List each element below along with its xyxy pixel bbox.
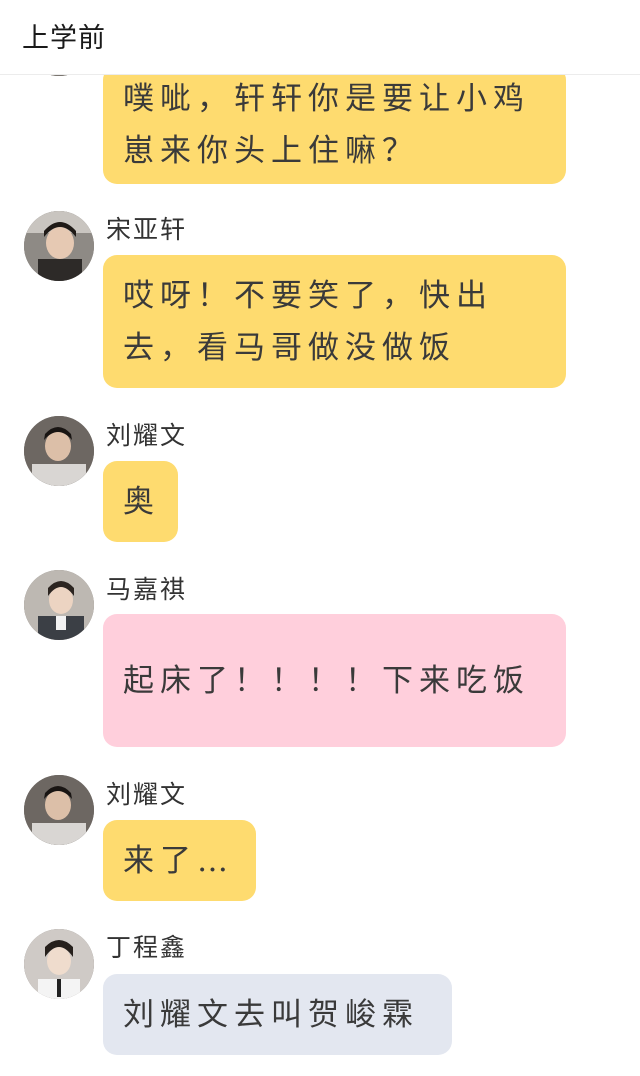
sender-name: 马嘉祺 — [106, 575, 188, 604]
message-bubble[interactable]: 奥 — [103, 461, 178, 542]
message-bubble[interactable]: 刘耀文去叫贺峻霖 — [103, 974, 452, 1055]
sender-name: 宋亚轩 — [106, 215, 188, 244]
sender-name: 刘耀文 — [106, 421, 188, 450]
avatar[interactable] — [24, 775, 94, 845]
avatar[interactable] — [24, 211, 94, 281]
chat-area[interactable]: 噗呲，轩轩你是要让小鸡崽来你头上住嘛？ 宋亚轩 哎呀！不要笑了，快出去，看马哥做… — [0, 0, 640, 1076]
avatar[interactable] — [24, 570, 94, 640]
message-bubble[interactable]: 噗呲，轩轩你是要让小鸡崽来你头上住嘛？ — [103, 66, 566, 184]
avatar[interactable] — [24, 929, 94, 999]
page-title: 上学前 — [22, 23, 106, 54]
avatar[interactable] — [24, 416, 94, 486]
message-bubble[interactable]: 来了… — [103, 820, 256, 901]
message-bubble[interactable]: 起床了！！！！下来吃饭 — [103, 614, 566, 747]
top-bar: 上学前 — [0, 0, 640, 75]
sender-name: 丁程鑫 — [106, 933, 188, 962]
message-bubble[interactable]: 哎呀！不要笑了，快出去，看马哥做没做饭 — [103, 255, 566, 388]
sender-name: 刘耀文 — [106, 780, 188, 809]
